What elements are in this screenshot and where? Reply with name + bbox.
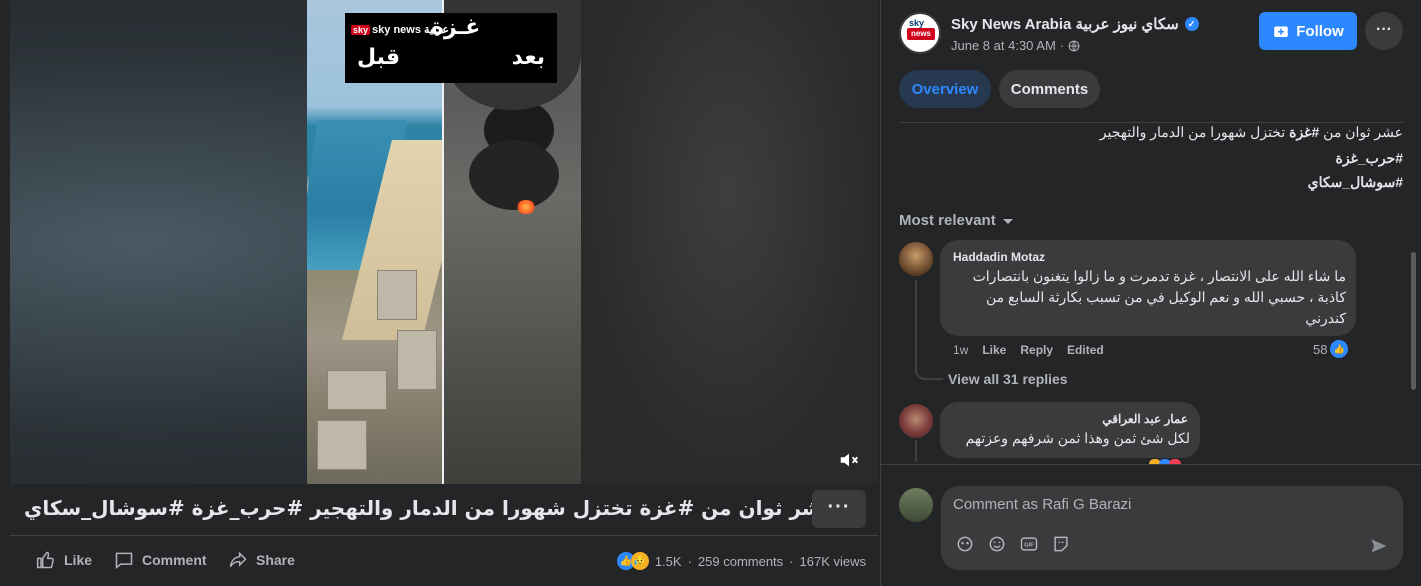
mute-icon[interactable] <box>838 449 868 471</box>
globe-icon <box>1068 40 1080 51</box>
like-label: Like <box>64 552 93 568</box>
like-button[interactable]: Like <box>36 550 92 570</box>
overlay-after: بعد <box>511 45 545 70</box>
chevron-down-icon <box>1002 218 1013 224</box>
svg-text:GIF: GIF <box>1024 543 1034 549</box>
thread-connector <box>915 360 943 380</box>
views-count: 167K views <box>799 553 866 569</box>
dot-separator: · <box>687 553 692 569</box>
comment-tools: GIF <box>955 534 1071 554</box>
caption-text: تختزل شهورا من الدمار والتهجير <box>1099 124 1290 140</box>
reactions-count[interactable]: 1.5K <box>655 554 682 569</box>
smoke-cloud <box>469 140 559 210</box>
commenter-avatar[interactable] <box>899 404 933 438</box>
scrollbar[interactable] <box>1411 252 1416 390</box>
tab-comments[interactable]: Comments <box>999 70 1100 108</box>
post-options-button[interactable]: ··· <box>1365 12 1403 50</box>
caption-hashtag[interactable]: #سوشال_سكاي <box>903 170 1403 194</box>
thread-line <box>915 280 917 362</box>
page-name[interactable]: Sky News Arabia سكاي نيوز عربية ✓ <box>951 15 1199 33</box>
avatar-news-badge: news <box>907 28 935 40</box>
comment-like-count[interactable]: 58 👍 <box>1313 340 1349 358</box>
dot-separator: · <box>789 553 794 569</box>
video-column: sky sky news عربية غـزة قبل بعد عشر ثوان … <box>0 0 880 586</box>
fire <box>516 200 536 214</box>
like-reaction-icon: 👍 <box>1330 340 1349 358</box>
video-title-row: عشر ثوان من #غزة تختزل شهورا من الدمار و… <box>10 484 878 536</box>
thread-line <box>915 440 917 462</box>
video-frame: sky sky news عربية غـزة قبل بعد <box>307 0 581 484</box>
dot-separator: · <box>1059 38 1065 53</box>
share-icon <box>229 551 247 568</box>
overlay-title: غـزة <box>431 15 481 40</box>
building <box>327 370 387 410</box>
sort-label: Most relevant <box>899 212 996 229</box>
action-bar: Like Comment Share 👍 😥 1.5K · 259 commen… <box>10 540 878 584</box>
building <box>397 330 437 390</box>
sort-dropdown[interactable]: Most relevant <box>899 212 1014 229</box>
comment-reply-button[interactable]: Reply <box>1020 343 1053 357</box>
verified-icon: ✓ <box>1184 17 1199 31</box>
page-avatar[interactable]: sky news <box>899 12 941 54</box>
comment-icon <box>115 552 133 570</box>
building <box>317 420 367 470</box>
tab-overview[interactable]: Overview <box>899 70 991 108</box>
post-meta: June 8 at 4:30 AM · <box>951 38 1080 53</box>
share-button[interactable]: Share <box>228 550 295 570</box>
my-avatar[interactable] <box>899 488 933 522</box>
comment-input-placeholder[interactable]: Comment as Rafi G Barazi <box>953 496 1131 513</box>
send-icon[interactable] <box>1369 536 1389 556</box>
video-blur-right <box>578 0 878 484</box>
building <box>377 270 417 320</box>
follow-icon <box>1274 26 1288 37</box>
comment-input-divider <box>881 464 1421 465</box>
tab-comments-label: Comments <box>1010 80 1089 98</box>
comment-meta: 1w Like Reply Edited <box>953 343 1104 357</box>
comment-time[interactable]: 1w <box>953 343 968 357</box>
caption-line-1: عشر ثوان من #غزة تختزل شهورا من الدمار و… <box>903 120 1403 144</box>
comment-likes-number: 58 <box>1313 341 1328 357</box>
comment-input[interactable]: Comment as Rafi G Barazi GIF <box>941 486 1403 570</box>
post-caption: عشر ثوان من #غزة تختزل شهورا من الدمار و… <box>903 120 1403 194</box>
sticker-icon[interactable] <box>1051 534 1071 554</box>
comment-bubble: عمار عبد العراقي لكل شئ ثمن وهذا ثمن شرف… <box>940 402 1200 458</box>
gif-icon[interactable]: GIF <box>1019 534 1039 554</box>
emoji-icon[interactable] <box>987 534 1007 554</box>
comment-label: Comment <box>142 552 207 568</box>
comment-author[interactable]: Haddadin Motaz <box>953 250 1045 264</box>
page-name-text[interactable]: Sky News Arabia سكاي نيوز عربية <box>951 15 1179 33</box>
commenter-avatar[interactable] <box>899 242 933 276</box>
comment-like-button[interactable]: Like <box>982 343 1006 357</box>
thumbs-up-icon <box>36 551 54 569</box>
share-label: Share <box>256 552 295 568</box>
caption-text: عشر ثوان من <box>1319 124 1403 140</box>
comment-edited-label: Edited <box>1067 343 1104 357</box>
sad-reaction-icon: 😥 <box>630 552 649 570</box>
comment-text: ما شاء الله على الانتصار ، غزة تدمرت و م… <box>972 268 1346 326</box>
overlay-label: sky sky news عربية غـزة قبل بعد <box>345 13 557 83</box>
follow-button[interactable]: Follow <box>1259 12 1357 50</box>
post-stats: 👍 😥 1.5K · 259 comments · 167K views <box>616 552 866 570</box>
avatar-sticker-icon[interactable] <box>955 534 975 554</box>
comment-text: لكل شئ ثمن وهذا ثمن شرفهم وعزتهم <box>965 430 1190 446</box>
comments-count[interactable]: 259 comments <box>698 554 783 569</box>
more-options-button[interactable]: ··· <box>812 490 866 528</box>
follow-label: Follow <box>1296 22 1344 40</box>
avatar-sky-text: sky <box>909 18 925 28</box>
video-title: عشر ثوان من #غزة تختزل شهورا من الدمار و… <box>24 496 836 520</box>
comment-bubble: Haddadin Motaz ما شاء الله على الانتصار … <box>940 240 1356 336</box>
comment-author[interactable]: عمار عبد العراقي <box>1102 412 1188 426</box>
caption-hashtag[interactable]: #غزة <box>1289 124 1319 140</box>
post-sidebar: sky news Sky News Arabia سكاي نيوز عربية… <box>880 0 1421 586</box>
post-date[interactable]: June 8 at 4:30 AM <box>951 38 1056 53</box>
overlay-before: قبل <box>357 45 401 70</box>
tab-overview-label: Overview <box>911 80 979 98</box>
caption-hashtag[interactable]: #حرب_غزة <box>903 146 1403 170</box>
comment-button[interactable]: Comment <box>114 550 207 570</box>
view-replies-link[interactable]: View all 31 replies <box>948 371 1068 387</box>
video-player[interactable]: sky sky news عربية غـزة قبل بعد <box>10 0 878 484</box>
